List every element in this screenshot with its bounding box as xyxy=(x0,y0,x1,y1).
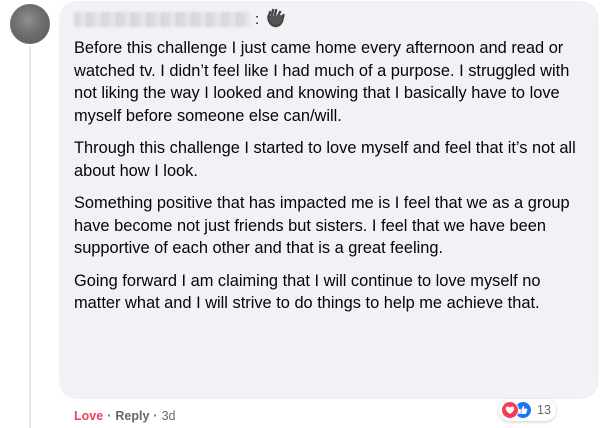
reply-button[interactable]: Reply xyxy=(115,409,149,423)
avatar[interactable] xyxy=(10,4,50,44)
comment-paragraph: Before this challenge I just came home e… xyxy=(74,39,570,125)
heart-icon xyxy=(501,401,519,419)
comment-actions: Love · Reply · 3d xyxy=(74,409,175,423)
author-row: : xyxy=(74,8,287,30)
waving-hand-icon xyxy=(265,8,287,30)
comment-paragraph: Through this challenge I started to love… xyxy=(74,139,576,180)
separator: · xyxy=(107,409,112,423)
reaction-count: 13 xyxy=(537,403,551,417)
timestamp-link[interactable]: 3d xyxy=(162,409,176,423)
separator: · xyxy=(153,409,158,423)
comment-paragraph: Something positive that has impacted me … xyxy=(74,194,570,257)
comment-body: Before this challenge I just came home e… xyxy=(74,37,584,315)
reactions-summary[interactable]: 13 xyxy=(499,399,556,421)
author-colon: : xyxy=(255,10,260,28)
author-name-redacted[interactable] xyxy=(74,11,250,27)
thread-line xyxy=(29,46,31,428)
comment-paragraph: Going forward I am claiming that I will … xyxy=(74,271,541,313)
love-button[interactable]: Love xyxy=(74,409,103,423)
